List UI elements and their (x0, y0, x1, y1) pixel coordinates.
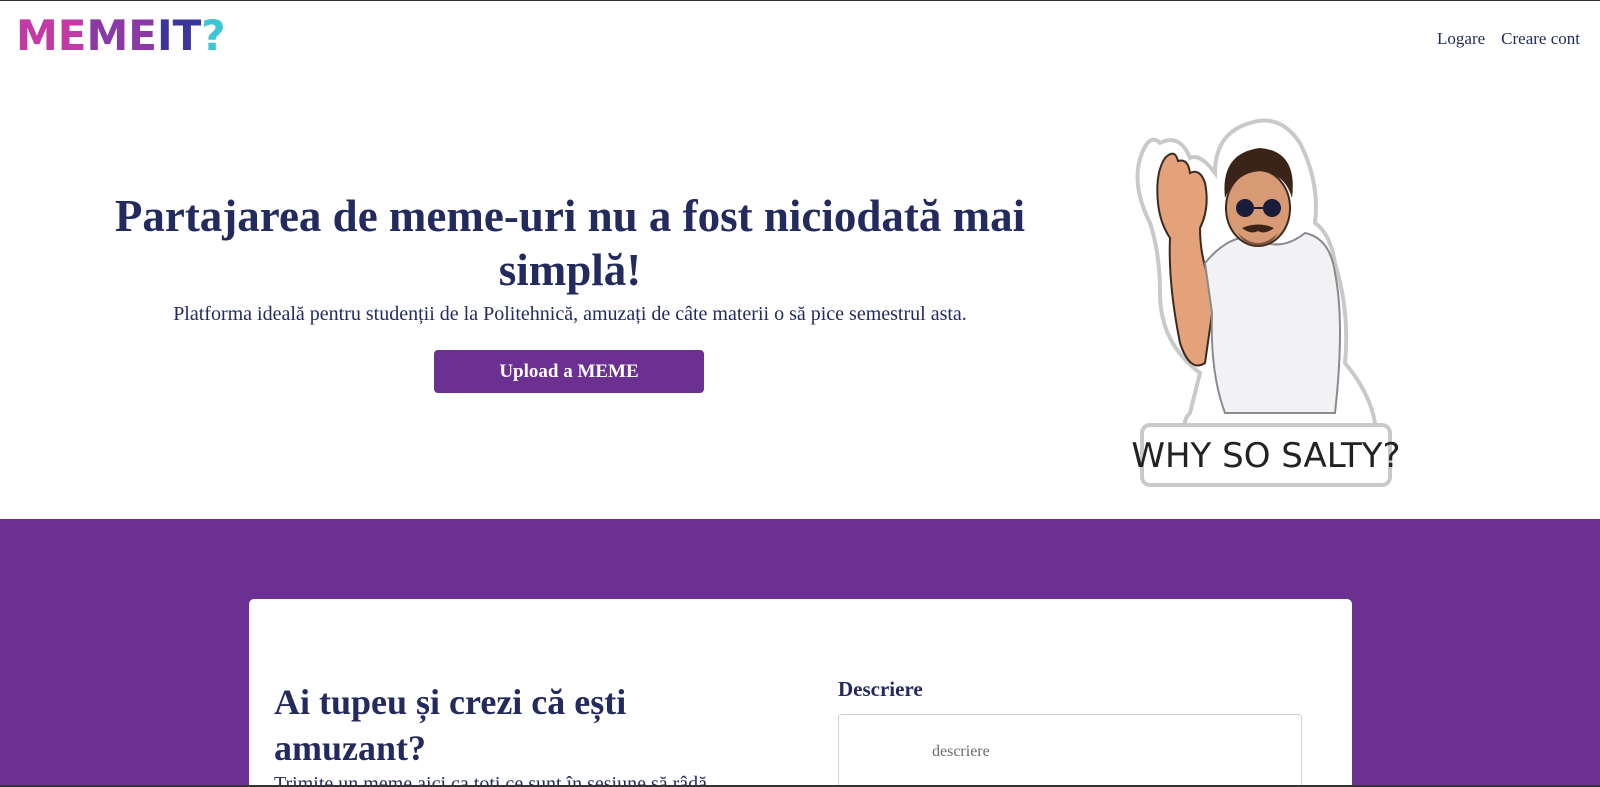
logo-part-3: IT (157, 11, 202, 60)
sticker-caption: WHY SO SALTY? (1131, 436, 1400, 476)
login-link[interactable]: Logare (1437, 29, 1485, 49)
upload-card-text: Trimite un meme aici ca toți ce sunt în … (274, 773, 708, 787)
memeit-logo[interactable]: MEMEIT? (16, 11, 226, 61)
upload-meme-button[interactable]: Upload a MEME (434, 350, 704, 393)
hero-title: Partajarea de meme-uri nu a fost nicioda… (114, 191, 1026, 295)
upload-card-title: Ai tupeu și crezi că ești amuzant? (274, 682, 627, 768)
upload-card: Ai tupeu și crezi că ești amuzant? Trimi… (249, 599, 1352, 787)
hero-subtitle: Platforma ideală pentru studenții de la … (173, 303, 967, 325)
site-header: MEMEIT? Logare Creare cont (0, 1, 1600, 77)
logo-part-2: ME (86, 11, 158, 60)
description-input[interactable] (838, 714, 1302, 785)
page: MEMEIT? Logare Creare cont Partajarea de… (0, 0, 1600, 787)
logo-part-1: ME (16, 11, 87, 60)
top-nav: Logare Creare cont (1437, 29, 1580, 49)
description-label: Descriere (838, 677, 923, 701)
salt-bae-sticker-image: WHY SO SALTY? (1131, 118, 1401, 487)
logo-part-4: ? (201, 11, 226, 60)
register-link[interactable]: Creare cont (1501, 29, 1580, 49)
